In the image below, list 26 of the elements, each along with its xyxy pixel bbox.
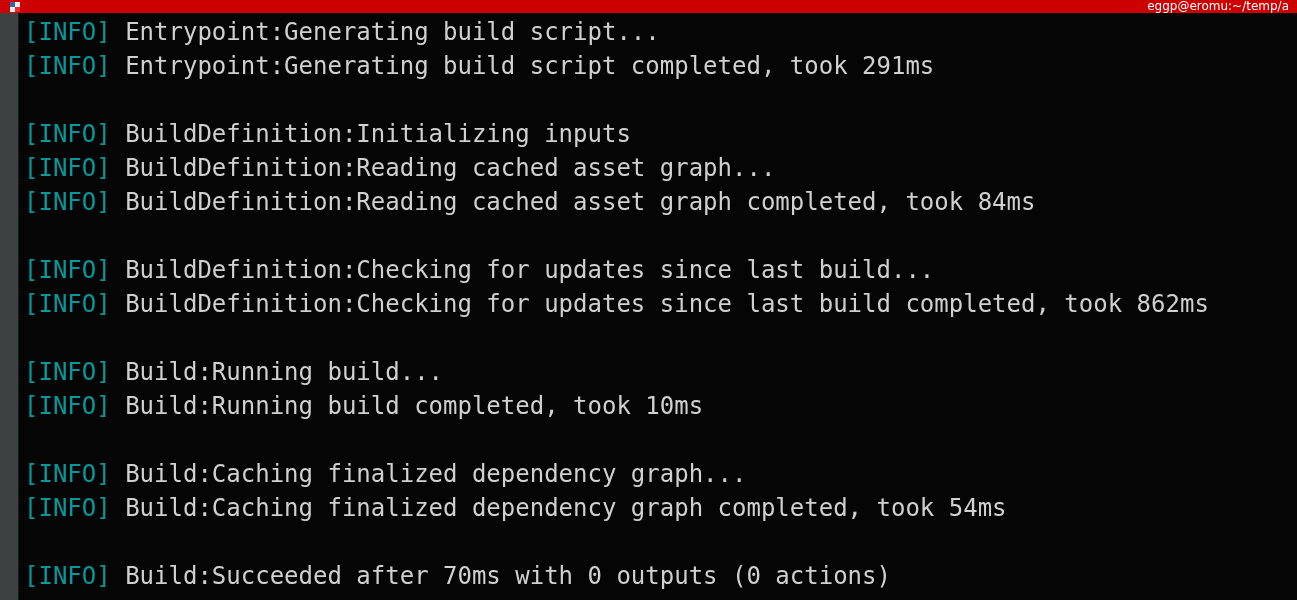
log-level: [INFO] bbox=[24, 17, 111, 48]
log-message: Build:Succeeded after 70ms with 0 outputs (0 actions) bbox=[125, 561, 891, 592]
log-message: BuildDefinition:Reading cached asset graph... bbox=[125, 153, 776, 184]
log-level: [INFO] bbox=[24, 493, 111, 524]
log-level: [INFO] bbox=[24, 255, 111, 286]
log-message: BuildDefinition:Reading cached asset graph completed, took 84ms bbox=[125, 187, 1036, 218]
log-message: BuildDefinition:Checking for updates since last build completed, took 862ms bbox=[125, 289, 1209, 320]
log-level: [INFO] bbox=[24, 459, 111, 490]
log-level: [INFO] bbox=[24, 561, 111, 592]
log-message: Build:Running build... bbox=[125, 357, 444, 388]
log-message: Entrypoint:Generating build script completed, took 291ms bbox=[125, 51, 935, 82]
window-title: eggp@eromu:~/temp/a bbox=[1147, 0, 1289, 13]
log-level: [INFO] bbox=[24, 153, 111, 184]
log-level: [INFO] bbox=[24, 51, 111, 82]
log-level: [INFO] bbox=[24, 187, 111, 218]
terminal-icon bbox=[10, 1, 20, 12]
log-message: BuildDefinition:Checking for updates since last build... bbox=[125, 255, 935, 286]
log-level: [INFO] bbox=[24, 289, 111, 320]
log-level: [INFO] bbox=[24, 357, 111, 388]
log-message: Build:Caching finalized dependency graph completed, took 54ms bbox=[125, 493, 1007, 524]
log-message: Build:Caching finalized dependency graph... bbox=[125, 459, 747, 490]
log-message: Build:Running build completed, took 10ms bbox=[125, 391, 704, 422]
log-level: [INFO] bbox=[24, 391, 111, 422]
log-level: [INFO] bbox=[24, 119, 111, 150]
log-message: Entrypoint:Generating build script... bbox=[125, 17, 660, 48]
log-message: BuildDefinition:Initializing inputs bbox=[125, 119, 631, 150]
